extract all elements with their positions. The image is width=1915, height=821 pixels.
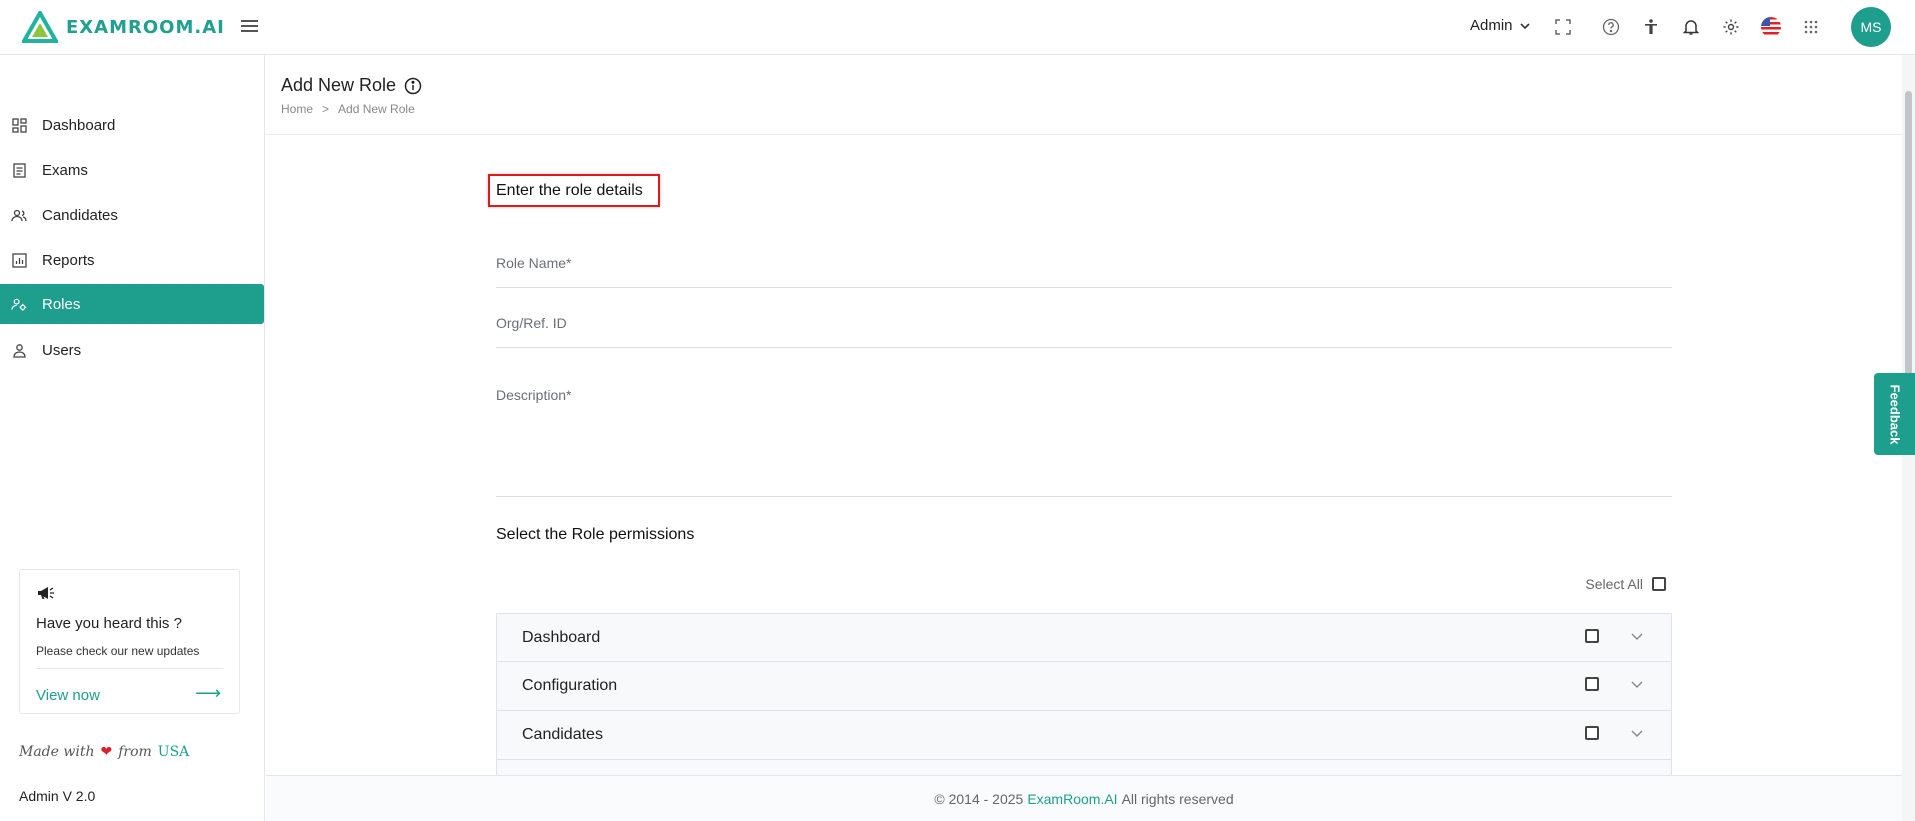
permission-checkbox[interactable] [1585, 726, 1599, 740]
made-from-text: from [118, 744, 152, 760]
sidebar-item-label: Users [42, 341, 82, 359]
chevron-down-icon[interactable] [1630, 725, 1644, 739]
select-all-label: Select All [1585, 576, 1643, 592]
promo-subtitle: Please check our new updates [36, 644, 200, 658]
breadcrumb-separator: > [322, 102, 330, 116]
feedback-label: Feedback [1887, 384, 1903, 444]
help-icon[interactable] [1600, 16, 1622, 38]
feedback-tab[interactable]: Feedback [1874, 373, 1915, 455]
role-name-input[interactable] [496, 255, 1672, 271]
page-title: Add New Role [281, 75, 422, 96]
avatar-initials: MS [1860, 19, 1882, 35]
sidebar-item-label: Candidates [42, 206, 118, 224]
notification-bell-icon[interactable] [1680, 16, 1702, 38]
permission-label: Dashboard [522, 629, 601, 646]
permission-row-candidates[interactable]: Candidates [496, 711, 1672, 760]
app-version: Admin V 2.0 [19, 788, 96, 804]
footer-brand-link[interactable]: ExamRoom.AI [1027, 791, 1117, 807]
top-bar: EXAMROOM.AI Admin MS [0, 0, 1915, 55]
updates-promo-card: Have you heard this ? Please check our n… [19, 569, 240, 714]
settings-gear-icon[interactable] [1720, 16, 1742, 38]
accessibility-icon[interactable] [1640, 16, 1662, 38]
chevron-down-icon [1519, 22, 1530, 29]
sidebar-item-reports[interactable]: Reports [0, 240, 264, 280]
sidebar-item-roles[interactable]: Roles [0, 284, 264, 324]
scrollbar-thumb[interactable] [1905, 91, 1912, 377]
sidebar-item-users[interactable]: Users [0, 330, 264, 370]
page-title-text: Add New Role [281, 75, 397, 95]
select-all-control: Select All [1585, 576, 1666, 592]
permissions-title: Select the Role permissions [496, 526, 695, 543]
sidebar-item-label: Reports [42, 251, 95, 269]
sidebar-item-candidates[interactable]: Candidates [0, 195, 264, 235]
sidebar-item-label: Roles [42, 295, 81, 313]
select-all-checkbox[interactable] [1652, 577, 1666, 591]
made-with-text: Made with [19, 744, 95, 760]
promo-divider [36, 668, 223, 669]
roles-icon [11, 296, 27, 312]
permission-checkbox[interactable] [1585, 677, 1599, 691]
role-name-field [496, 255, 1672, 288]
permission-label: Candidates [522, 726, 603, 743]
breadcrumb-current: Add New Role [338, 102, 415, 116]
sidebar-item-dashboard[interactable]: Dashboard [0, 105, 264, 145]
description-textarea[interactable] [496, 387, 1672, 487]
made-with-love-footer: Made with ❤ from USA [19, 744, 189, 760]
apps-grid-icon[interactable] [1800, 16, 1822, 38]
exams-icon [11, 162, 27, 178]
role-details-title: Enter the role details [496, 182, 643, 199]
description-field [496, 387, 1672, 497]
breadcrumb: Home > Add New Role [281, 102, 415, 116]
permission-row-dashboard[interactable]: Dashboard [496, 613, 1672, 662]
sidebar-item-exams[interactable]: Exams [0, 150, 264, 190]
examroom-logo[interactable]: EXAMROOM.AI [22, 11, 225, 43]
user-avatar[interactable]: MS [1851, 7, 1891, 47]
role-dropdown[interactable]: Admin [1470, 17, 1531, 34]
reports-icon [11, 252, 27, 268]
examroom-logo-icon [22, 11, 58, 43]
page-header: Add New Role Home > Add New Role [266, 55, 1902, 135]
made-country: USA [157, 744, 190, 760]
sidebar: Dashboard Exams Candidates Reports Roles… [0, 55, 265, 821]
sidebar-item-label: Dashboard [42, 116, 116, 134]
permission-checkbox[interactable] [1585, 629, 1599, 643]
menu-toggle-icon[interactable] [241, 17, 261, 37]
view-now-link[interactable]: View now [36, 687, 100, 704]
users-icon [11, 342, 27, 358]
role-dropdown-label: Admin [1470, 17, 1513, 34]
logo-text: EXAMROOM.AI [66, 16, 225, 38]
page-footer: © 2014 - 2025 ExamRoom.AI All rights res… [266, 775, 1902, 821]
footer-rights: All rights reserved [1121, 790, 1234, 807]
dashboard-icon [11, 117, 27, 133]
chevron-down-icon[interactable] [1630, 628, 1644, 642]
candidates-icon [11, 207, 27, 223]
breadcrumb-home[interactable]: Home [281, 102, 313, 116]
info-icon[interactable] [404, 77, 422, 95]
arrow-right-icon[interactable]: ⟶ [195, 683, 221, 704]
chevron-down-icon[interactable] [1630, 676, 1644, 690]
permission-label: Configuration [522, 677, 618, 694]
megaphone-icon [37, 586, 55, 603]
sidebar-item-label: Exams [42, 161, 88, 179]
heart-icon: ❤ [100, 744, 113, 760]
promo-title: Have you heard this ? [36, 615, 182, 632]
us-flag-icon[interactable] [1760, 16, 1782, 38]
org-ref-field [496, 315, 1672, 348]
fullscreen-icon[interactable] [1552, 16, 1574, 38]
permission-row-configuration[interactable]: Configuration [496, 662, 1672, 711]
footer-copyright: © 2014 - 2025 [934, 790, 1024, 807]
org-ref-input[interactable] [496, 315, 1672, 331]
